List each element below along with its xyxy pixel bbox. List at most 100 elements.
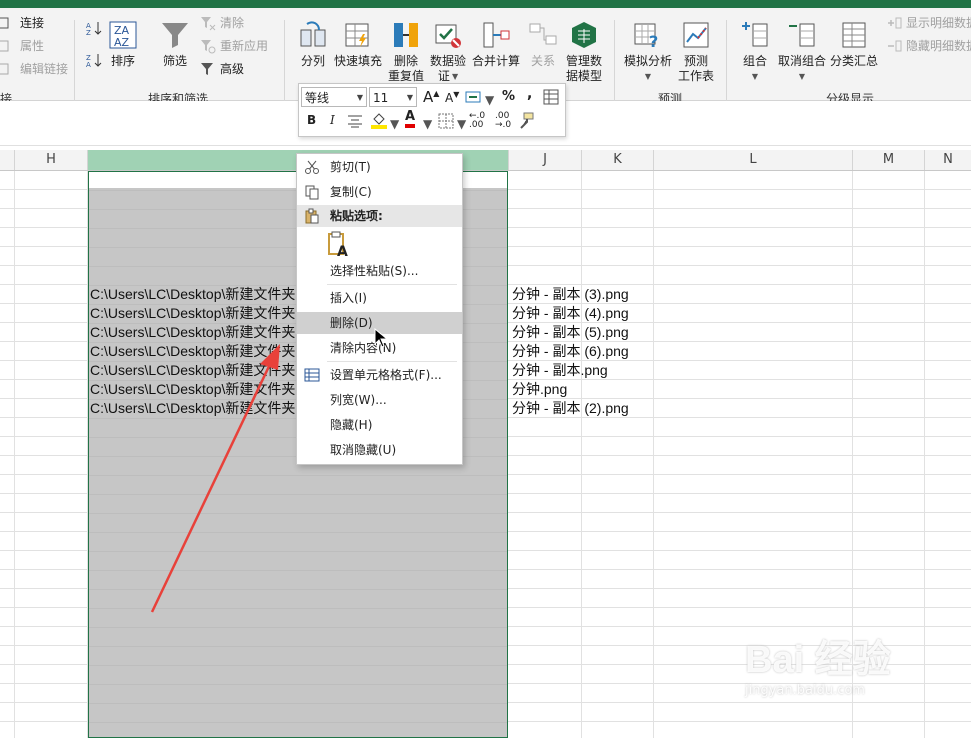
group-button[interactable]: 组合 ▼ [740,20,770,84]
reapply-icon [201,39,216,53]
shrink-font-icon: A [445,91,454,105]
flash-fill-button[interactable]: 快速填充 [334,20,382,69]
chevron-down-icon[interactable]: ▼ [485,93,494,107]
align-center-icon[interactable] [347,114,363,128]
cell-j-row2[interactable]: 分钟 - 副本 (4).png [512,304,629,323]
column-header-m[interactable]: M [853,150,925,170]
advanced-filter-button[interactable]: 高级 [200,60,244,77]
advanced-filter-label: 高级 [220,62,245,76]
font-color-button[interactable]: A [405,110,416,128]
remove-duplicates-button[interactable]: 删除 重复值 [388,20,424,84]
font-size-dropdown[interactable]: 11 ▼ [369,87,417,107]
scissors-icon [305,160,319,174]
data-validation-icon [435,24,461,48]
cell-j-row5[interactable]: 分钟 - 副本.png [512,361,608,380]
copy-icon [305,185,319,200]
edit-links-label: 编辑链接 [20,62,69,76]
column-header-n[interactable]: N [925,150,971,170]
data-model-icon [572,22,596,48]
sort-ascending-icon: AZ [86,22,102,36]
shrink-font-button[interactable]: A▼ [445,90,459,105]
borders-icon[interactable] [438,113,454,129]
percent-style-button[interactable]: % [502,89,515,104]
forecast-sheet-button[interactable]: 预测 工作表 [678,20,714,84]
cell-i-row2[interactable]: C:\Users\LC\Desktop\新建文件夹 [90,304,295,323]
filter-label: 筛选 [162,54,187,68]
data-validation-label-1: 数据验 [430,54,467,68]
menu-item-paste-special[interactable]: 选择性粘贴(S)... [297,260,462,282]
cell-j-row3[interactable]: 分钟 - 副本 (5).png [512,323,629,342]
hide-detail-button[interactable]: 隐藏明细数据 [886,37,971,54]
menu-item-hide[interactable]: 隐藏(H) [297,414,462,436]
ribbon-separator [74,20,75,104]
font-name-dropdown[interactable]: 等线 ▼ [301,87,367,107]
chevron-down-icon[interactable]: ▼ [457,117,466,131]
sort-button[interactable]: ZA AZ 排序 [108,20,138,69]
svg-text:?: ? [649,32,658,50]
menu-item-cut[interactable]: 剪切(T) [297,156,462,178]
comma-style-button[interactable]: , [527,86,532,102]
cell-j-row7[interactable]: 分钟 - 副本 (2).png [512,399,629,418]
clear-filter-button[interactable]: 清除 [200,14,244,31]
sort-descending-button[interactable]: ZA [86,52,102,68]
manage-data-model-label-2: 据模型 [566,69,603,83]
svg-text:AZ: AZ [114,36,130,49]
menu-item-format-cells[interactable]: 设置单元格格式(F)... [297,364,462,386]
manage-data-model-button[interactable]: 管理数 据模型 [566,20,602,84]
show-detail-button[interactable]: 显示明细数据 [886,14,971,31]
bold-button[interactable]: B [307,113,316,127]
relationships-label: 关系 [530,54,555,68]
text-to-columns-button[interactable]: 分列 [298,20,328,69]
consolidate-button[interactable]: 合并计算 [472,20,520,69]
what-if-label: 模拟分析 [624,54,673,68]
cell-i-row1[interactable]: C:\Users\LC\Desktop\新建文件夹 [90,285,295,304]
number-format-icon[interactable] [465,89,483,105]
watermark-brand: Bai 经验 [745,639,891,681]
grow-font-button[interactable]: A▲ [423,88,439,106]
text-to-columns-icon [300,21,326,47]
relationships-button[interactable]: 关系 [528,20,558,69]
italic-button[interactable]: I [330,113,335,127]
reapply-button[interactable]: 重新应用 [200,37,268,54]
column-header-l[interactable]: L [654,150,853,170]
format-painter-icon[interactable] [517,111,535,129]
svg-text:A: A [337,244,348,257]
data-validation-label-2: 证 [437,69,450,83]
connections-icon [0,17,9,28]
decrease-decimal-button[interactable]: .00 →.0 [495,112,517,130]
cell-j-row6[interactable]: 分钟.png [512,380,567,399]
ribbon-separator [284,20,285,104]
ribbon-separator [726,20,727,104]
connections-button[interactable]: 连接 [0,14,44,31]
properties-button[interactable]: 属性 [0,37,44,54]
data-validation-button[interactable]: 数据验 证 ▼ [430,20,466,84]
fill-color-icon[interactable] [370,111,388,129]
mouse-pointer-icon [374,328,388,348]
consolidate-label: 合并计算 [472,54,521,68]
what-if-analysis-button[interactable]: ? 模拟分析 ▼ [624,20,672,84]
baidu-watermark: Bai 经验 jingyan.baidu.com [745,628,921,710]
menu-item-column-width[interactable]: 列宽(W)... [297,389,462,411]
column-header-j[interactable]: J [509,150,582,170]
chevron-down-icon[interactable]: ▼ [390,117,399,131]
gridline [581,171,582,738]
menu-item-insert[interactable]: 插入(I) [297,287,462,309]
filter-button[interactable]: 筛选 [160,20,190,69]
column-header-partial[interactable] [0,150,15,170]
forecast-sheet-label-1: 预测 [684,54,709,68]
chevron-down-icon[interactable]: ▼ [423,117,432,131]
chevron-down-icon: ▼ [798,72,806,81]
paste-values-icon[interactable]: A [328,231,352,257]
format-table-icon[interactable] [543,89,559,105]
column-header-h[interactable]: H [15,150,88,170]
column-header-k[interactable]: K [582,150,654,170]
menu-item-copy[interactable]: 复制(C) [297,181,462,203]
edit-links-button[interactable]: 编辑链接 [0,60,68,77]
cell-j-row4[interactable]: 分钟 - 副本 (6).png [512,342,629,361]
sort-ascending-button[interactable]: AZ [86,20,102,36]
menu-item-unhide[interactable]: 取消隐藏(U) [297,439,462,461]
subtotal-button[interactable]: 分类汇总 [830,20,878,69]
increase-decimal-button[interactable]: ←.0 .00 [469,112,491,130]
ungroup-button[interactable]: 取消组合 ▼ [778,20,826,84]
cell-j-row1[interactable]: 分钟 - 副本 (3).png [512,285,629,304]
